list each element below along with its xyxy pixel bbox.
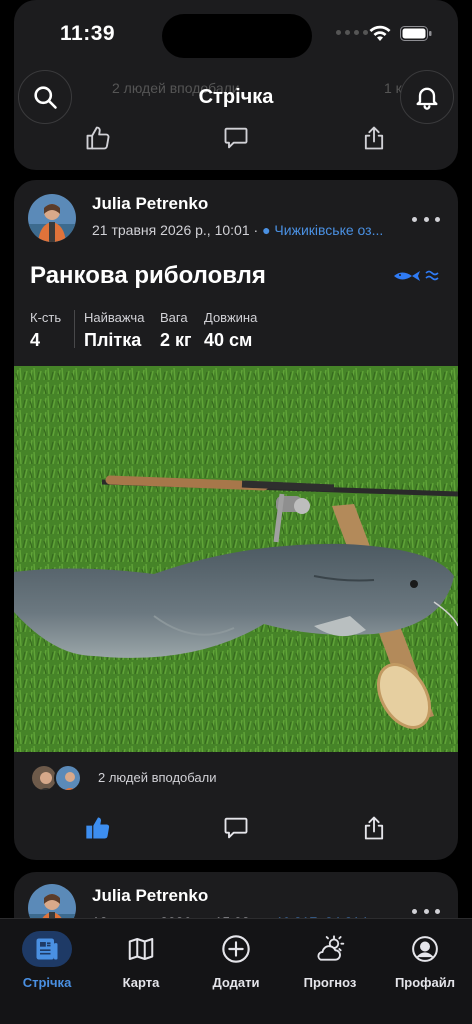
avatar-photo xyxy=(28,194,76,242)
tab-add[interactable]: Додати xyxy=(191,931,281,990)
count-label: К-сть xyxy=(30,310,62,325)
comment-icon xyxy=(224,817,248,839)
post-action-row xyxy=(14,808,458,848)
profile-icon xyxy=(400,931,450,967)
length-label: Довжина xyxy=(204,310,258,325)
tab-profile[interactable]: Профайл xyxy=(380,931,470,990)
status-bar: 11:39 xyxy=(0,0,472,64)
share-icon xyxy=(364,126,384,150)
bell-icon xyxy=(416,87,438,110)
post-location[interactable]: Чижиківське оз... xyxy=(274,222,383,238)
share-icon xyxy=(364,816,384,840)
tab-label: Карта xyxy=(122,975,160,990)
status-time: 11:39 xyxy=(60,22,116,45)
top-bar: Стрічка xyxy=(0,64,472,128)
like-button[interactable] xyxy=(82,812,114,844)
tab-label: Профайл xyxy=(394,975,456,990)
author-avatar[interactable] xyxy=(28,194,76,242)
tab-label: Стрічка xyxy=(22,975,72,990)
post-title: Ранкова риболовля xyxy=(30,262,266,289)
thumbs-up-icon xyxy=(86,126,110,150)
length-value: 40 см xyxy=(204,330,253,350)
catch-photo[interactable] xyxy=(14,366,458,752)
likes-count-text[interactable]: 2 людей вподобали xyxy=(98,770,217,785)
more-button[interactable] xyxy=(412,214,440,224)
tab-label: Прогноз xyxy=(303,975,357,990)
location-pin-icon: ● xyxy=(262,222,271,238)
fish-water-icon xyxy=(394,270,439,281)
likers-avatars[interactable] xyxy=(30,764,90,794)
post-date: 21 травня 2026 р., 10:01 · xyxy=(92,222,263,238)
post-meta: 21 травня 2026 р., 10:01 · ● Чижиківське… xyxy=(92,222,383,238)
comment-button[interactable] xyxy=(220,812,252,844)
tab-forecast[interactable]: Прогноз xyxy=(285,931,375,990)
signal-icon xyxy=(336,30,368,35)
more-button[interactable] xyxy=(412,906,440,916)
thumbs-up-filled-icon xyxy=(86,817,110,839)
post-card[interactable]: Julia Petrenko 21 травня 2026 р., 10:01 … xyxy=(14,180,458,860)
weight-label: Вага xyxy=(160,310,188,325)
tab-feed[interactable]: Стрічка xyxy=(2,931,92,990)
heaviest-label: Найважча xyxy=(84,310,145,325)
stats-divider xyxy=(74,310,75,348)
weight-value: 2 кг xyxy=(160,330,192,350)
map-icon xyxy=(116,931,166,967)
tab-map[interactable]: Карта xyxy=(96,931,186,990)
author-name[interactable]: Julia Petrenko xyxy=(92,886,208,906)
notifications-button[interactable] xyxy=(400,70,454,124)
tab-label: Додати xyxy=(212,975,260,990)
comment-icon xyxy=(224,127,248,149)
count-value: 4 xyxy=(30,330,41,350)
feed-icon xyxy=(22,931,72,967)
wifi-icon xyxy=(369,25,391,41)
share-button[interactable] xyxy=(358,812,390,844)
liker-avatar xyxy=(54,764,82,792)
battery-icon xyxy=(400,26,432,41)
dynamic-island xyxy=(162,14,312,58)
heaviest-value: Плітка xyxy=(84,330,142,350)
tab-bar: Стрічка Карта Додати Прогноз Профайл xyxy=(0,918,472,1024)
add-icon xyxy=(211,931,261,967)
weather-icon xyxy=(305,931,355,967)
author-name[interactable]: Julia Petrenko xyxy=(92,194,208,214)
